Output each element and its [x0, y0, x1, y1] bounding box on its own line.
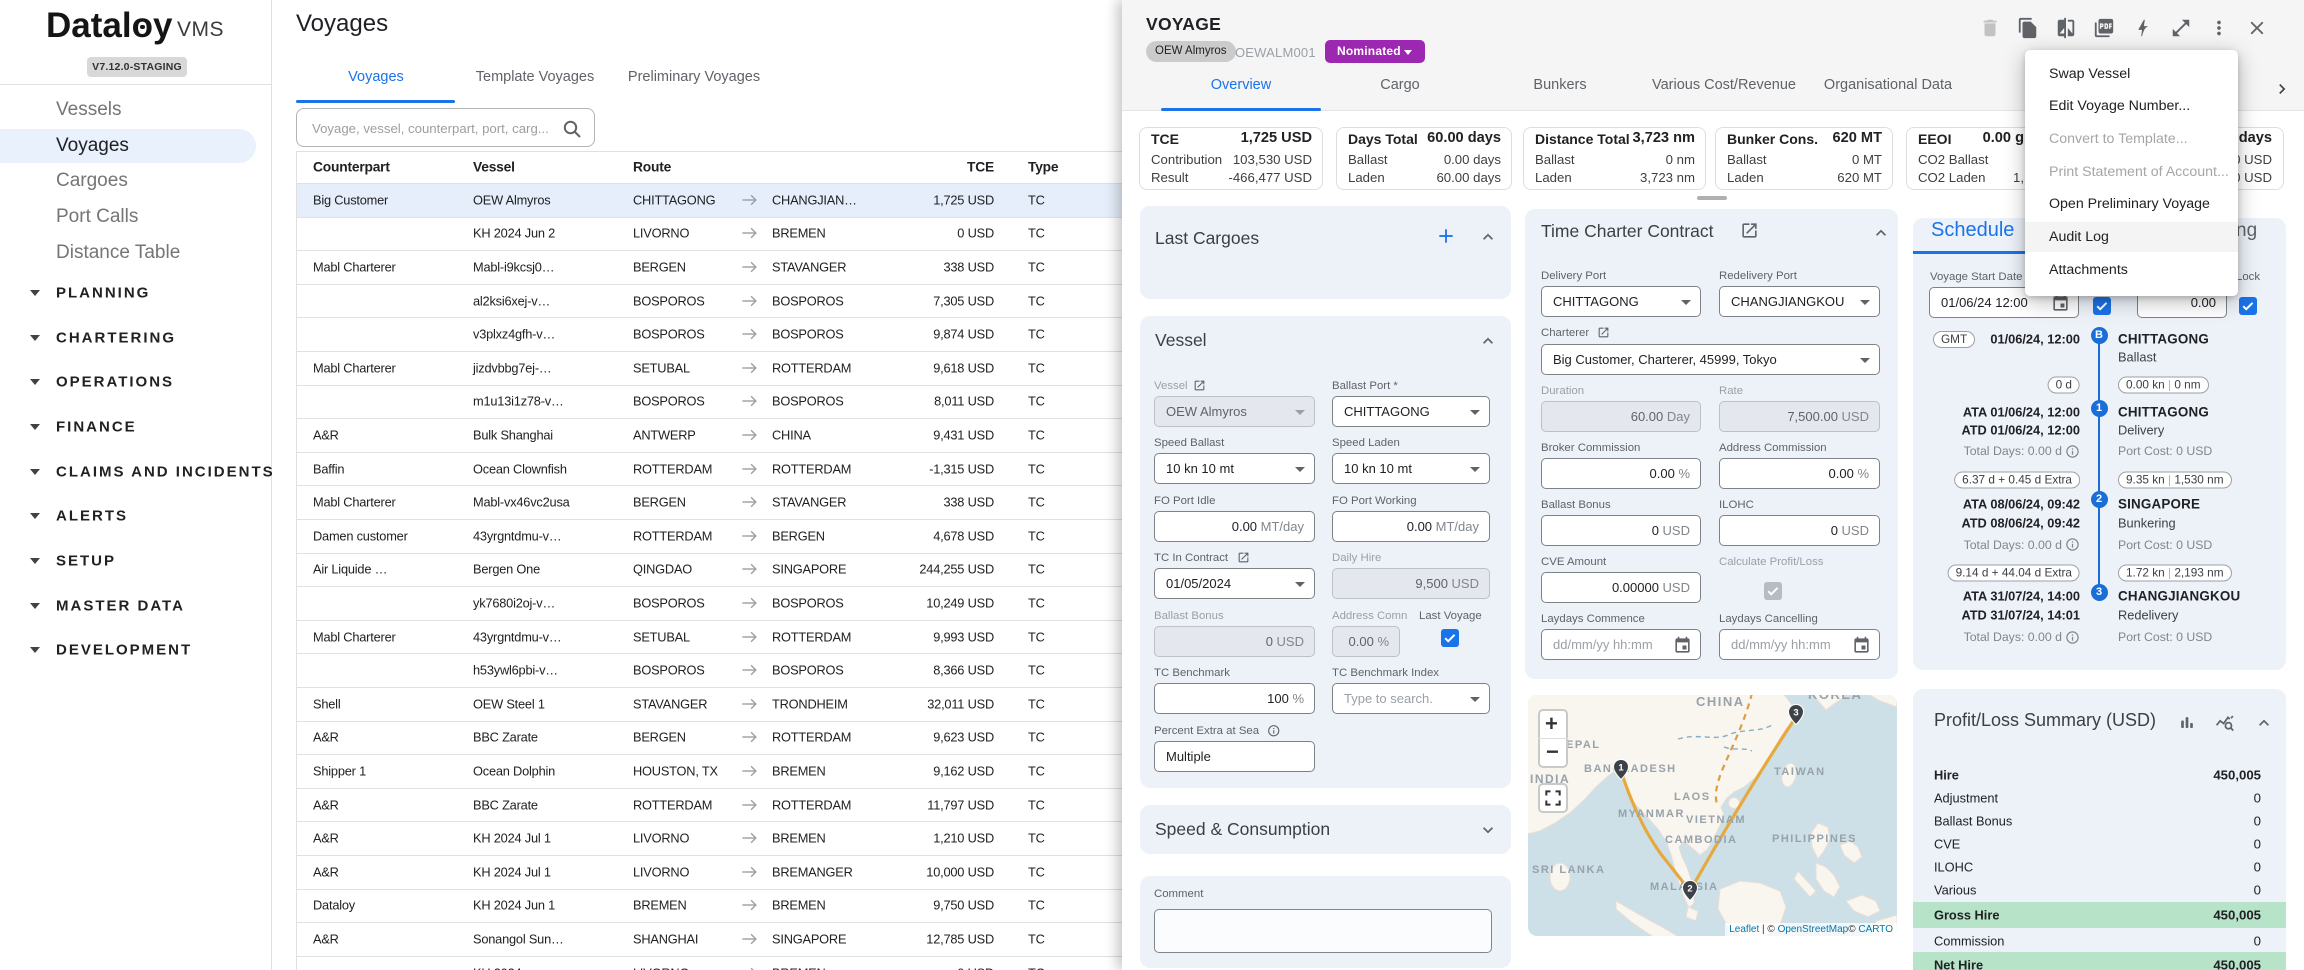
svg-text:1: 1: [1618, 763, 1624, 774]
svg-text:TAIWAN: TAIWAN: [1774, 766, 1826, 778]
svg-text:SRI LANKA: SRI LANKA: [1532, 864, 1605, 876]
svg-text:3: 3: [1793, 708, 1798, 719]
svg-text:VIETNAM: VIETNAM: [1686, 814, 1746, 826]
svg-text:CAMBODIA: CAMBODIA: [1665, 834, 1738, 846]
svg-text:2: 2: [1687, 884, 1692, 895]
svg-text:KOREA: KOREA: [1808, 695, 1862, 702]
svg-text:EPAL: EPAL: [1566, 739, 1601, 751]
svg-text:LAOS: LAOS: [1674, 791, 1711, 803]
svg-text:MYANMAR: MYANMAR: [1618, 808, 1685, 820]
svg-text:PHILIPPINES: PHILIPPINES: [1772, 833, 1857, 845]
svg-text:CHINA: CHINA: [1696, 695, 1745, 709]
